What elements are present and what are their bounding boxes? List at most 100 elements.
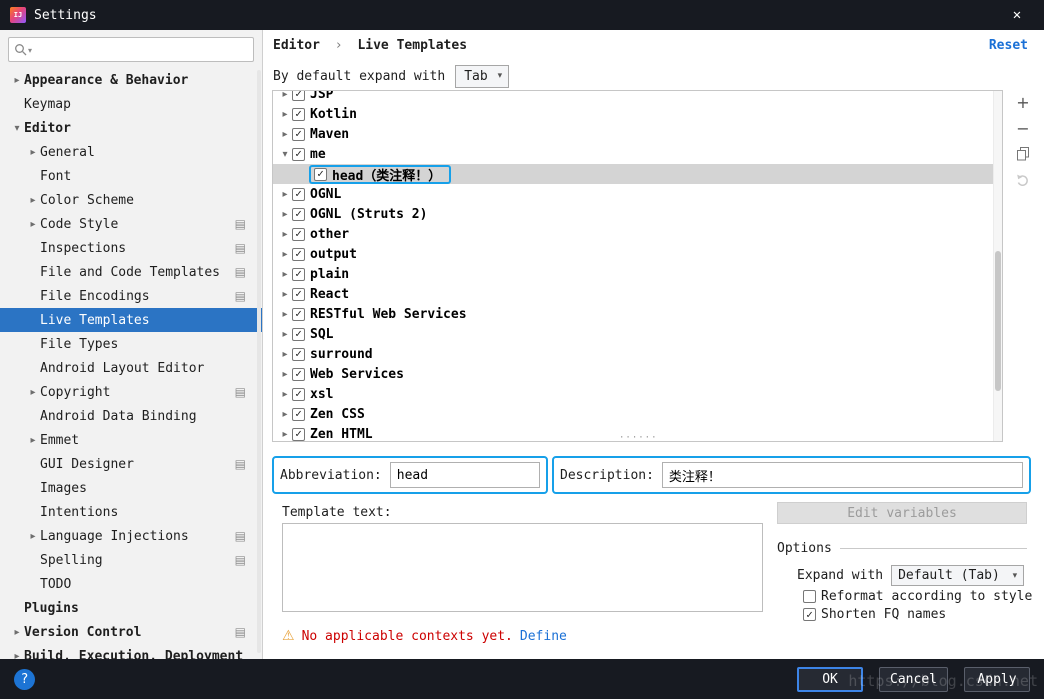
group-checkbox[interactable] — [292, 90, 305, 101]
sidebar-item-file-types[interactable]: File Types — [0, 332, 262, 356]
chevron-right-icon[interactable]: ▸ — [278, 90, 292, 100]
add-template-button[interactable]: + — [1012, 92, 1034, 112]
cancel-button[interactable]: Cancel — [879, 667, 948, 692]
chevron-right-icon[interactable]: ▸ — [10, 627, 24, 638]
group-checkbox[interactable] — [292, 148, 305, 161]
sidebar-item-font[interactable]: Font — [0, 164, 262, 188]
chevron-right-icon[interactable]: ▸ — [10, 651, 24, 660]
edit-variables-button[interactable]: Edit variables — [777, 502, 1027, 524]
group-checkbox[interactable] — [292, 328, 305, 341]
ok-button[interactable]: OK — [797, 667, 863, 692]
chevron-right-icon[interactable]: ▸ — [278, 129, 292, 140]
group-checkbox[interactable] — [292, 188, 305, 201]
chevron-down-icon[interactable]: ▾ — [10, 123, 24, 134]
sidebar-item-android-layout-editor[interactable]: Android Layout Editor — [0, 356, 262, 380]
group-checkbox[interactable] — [292, 348, 305, 361]
chevron-down-icon[interactable]: ▾ — [278, 149, 292, 160]
tree-row-restful-web-services[interactable]: ▸RESTful Web Services — [273, 304, 1002, 324]
chevron-right-icon[interactable]: ▸ — [278, 269, 292, 280]
group-checkbox[interactable] — [292, 128, 305, 141]
sidebar-item-language-injections[interactable]: ▸Language Injections▤ — [0, 524, 262, 548]
reset-link[interactable]: Reset — [989, 38, 1028, 53]
group-checkbox[interactable] — [292, 108, 305, 121]
sidebar-item-code-style[interactable]: ▸Code Style▤ — [0, 212, 262, 236]
chevron-right-icon[interactable]: ▸ — [278, 249, 292, 260]
splitter-grip[interactable]: ······ — [619, 434, 658, 442]
tree-row-zen-css[interactable]: ▸Zen CSS — [273, 404, 1002, 424]
sidebar-item-emmet[interactable]: ▸Emmet — [0, 428, 262, 452]
sidebar-item-images[interactable]: Images — [0, 476, 262, 500]
group-checkbox[interactable] — [292, 368, 305, 381]
sidebar-item-gui-designer[interactable]: GUI Designer▤ — [0, 452, 262, 476]
chevron-right-icon[interactable]: ▸ — [26, 195, 40, 206]
chevron-right-icon[interactable]: ▸ — [278, 429, 292, 440]
sidebar-item-spelling[interactable]: Spelling▤ — [0, 548, 262, 572]
tree-row-plain[interactable]: ▸plain — [273, 264, 1002, 284]
shorten-fq-checkbox[interactable] — [803, 608, 816, 621]
restore-defaults-button[interactable] — [1012, 170, 1034, 190]
tree-row-jsp[interactable]: ▸JSP — [273, 90, 1002, 104]
sidebar-item-general[interactable]: ▸General — [0, 140, 262, 164]
sidebar-item-color-scheme[interactable]: ▸Color Scheme — [0, 188, 262, 212]
chevron-right-icon[interactable]: ▸ — [278, 289, 292, 300]
tree-scrollbar[interactable] — [993, 91, 1002, 441]
tree-row-kotlin[interactable]: ▸Kotlin — [273, 104, 1002, 124]
chevron-right-icon[interactable]: ▸ — [278, 189, 292, 200]
search-input[interactable] — [36, 42, 248, 57]
tree-row-output[interactable]: ▸output — [273, 244, 1002, 264]
group-checkbox[interactable] — [292, 288, 305, 301]
sidebar-item-inspections[interactable]: Inspections▤ — [0, 236, 262, 260]
abbreviation-input[interactable] — [390, 462, 540, 488]
chevron-right-icon[interactable]: ▸ — [278, 409, 292, 420]
group-checkbox[interactable] — [292, 428, 305, 441]
sidebar-item-file-and-code-templates[interactable]: File and Code Templates▤ — [0, 260, 262, 284]
tree-row-ognl[interactable]: ▸OGNL — [273, 184, 1002, 204]
chevron-right-icon[interactable]: ▸ — [278, 229, 292, 240]
group-checkbox[interactable] — [292, 408, 305, 421]
chevron-right-icon[interactable]: ▸ — [26, 219, 40, 230]
sidebar-item-build-execution-deployment[interactable]: ▸Build, Execution, Deployment — [0, 644, 262, 659]
sidebar-item-version-control[interactable]: ▸Version Control▤ — [0, 620, 262, 644]
group-checkbox[interactable] — [292, 388, 305, 401]
chevron-right-icon[interactable]: ▸ — [26, 387, 40, 398]
expand-with-select[interactable]: Default (Tab) ▾ — [891, 565, 1024, 586]
group-checkbox[interactable] — [292, 268, 305, 281]
tree-scrollbar-thumb[interactable] — [995, 251, 1001, 391]
tree-row-xsl[interactable]: ▸xsl — [273, 384, 1002, 404]
help-button[interactable]: ? — [14, 669, 35, 690]
chevron-right-icon[interactable]: ▸ — [26, 531, 40, 542]
chevron-right-icon[interactable]: ▸ — [26, 147, 40, 158]
tree-row-maven[interactable]: ▸Maven — [273, 124, 1002, 144]
close-icon[interactable]: ✕ — [1000, 0, 1034, 30]
tree-row-web-services[interactable]: ▸Web Services — [273, 364, 1002, 384]
chevron-right-icon[interactable]: ▸ — [26, 435, 40, 446]
sidebar-item-live-templates[interactable]: Live Templates — [0, 308, 262, 332]
tree-row-ognl-struts-2[interactable]: ▸OGNL (Struts 2) — [273, 204, 1002, 224]
tree-row-other[interactable]: ▸other — [273, 224, 1002, 244]
group-checkbox[interactable] — [292, 208, 305, 221]
sidebar-item-copyright[interactable]: ▸Copyright▤ — [0, 380, 262, 404]
sidebar-item-file-encodings[interactable]: File Encodings▤ — [0, 284, 262, 308]
tree-row-sql[interactable]: ▸SQL — [273, 324, 1002, 344]
remove-template-button[interactable]: − — [1012, 118, 1034, 138]
sidebar-item-android-data-binding[interactable]: Android Data Binding — [0, 404, 262, 428]
reformat-checkbox[interactable] — [803, 590, 816, 603]
sidebar-item-keymap[interactable]: Keymap — [0, 92, 262, 116]
sidebar-item-plugins[interactable]: Plugins — [0, 596, 262, 620]
chevron-right-icon[interactable]: ▸ — [278, 309, 292, 320]
chevron-right-icon[interactable]: ▸ — [278, 369, 292, 380]
template-checkbox[interactable] — [314, 168, 327, 181]
chevron-right-icon[interactable]: ▸ — [278, 389, 292, 400]
chevron-right-icon[interactable]: ▸ — [278, 209, 292, 220]
apply-button[interactable]: Apply — [964, 667, 1030, 692]
tree-row-head[interactable]: head（类注释！） — [273, 164, 1002, 184]
sidebar-item-appearance-behavior[interactable]: ▸Appearance & Behavior — [0, 68, 262, 92]
chevron-right-icon[interactable]: ▸ — [278, 349, 292, 360]
chevron-right-icon[interactable]: ▸ — [10, 75, 24, 86]
group-checkbox[interactable] — [292, 228, 305, 241]
default-expand-select[interactable]: Tab ▾ — [455, 65, 509, 88]
sidebar-item-editor[interactable]: ▾Editor — [0, 116, 262, 140]
template-text-area[interactable] — [282, 523, 763, 612]
sidebar-item-intentions[interactable]: Intentions — [0, 500, 262, 524]
chevron-right-icon[interactable]: ▸ — [278, 109, 292, 120]
